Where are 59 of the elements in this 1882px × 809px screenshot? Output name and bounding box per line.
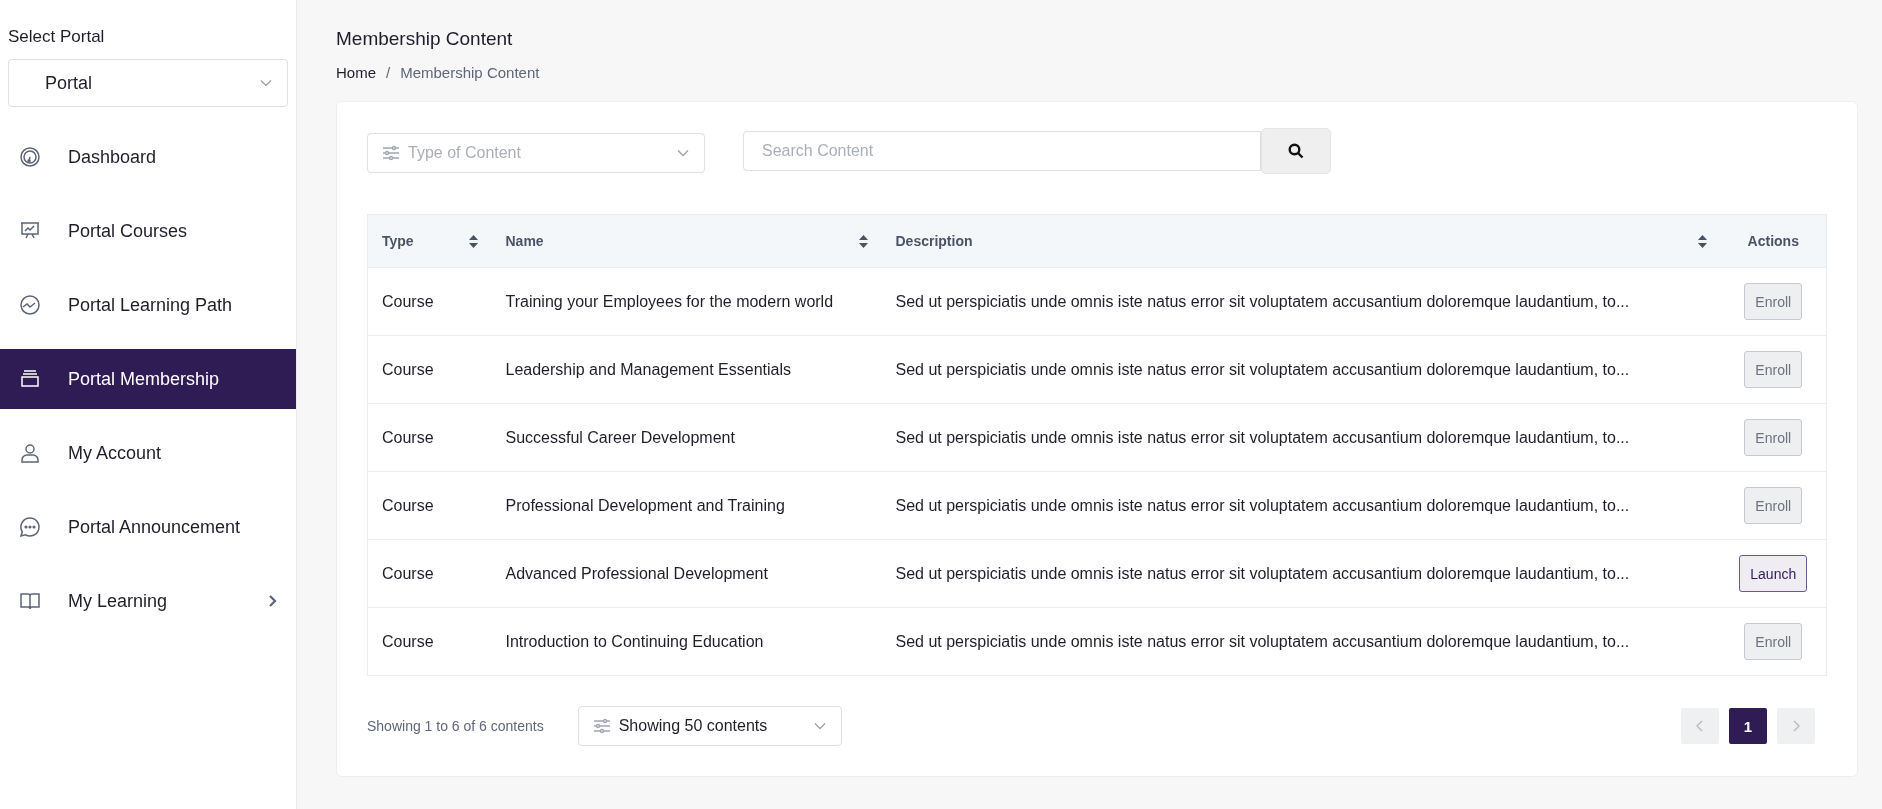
column-header[interactable]: Type: [382, 233, 414, 249]
sidebar-item[interactable]: My Account: [0, 423, 296, 483]
page-size-select[interactable]: Showing 50 contents: [577, 706, 842, 746]
column-header[interactable]: Description: [895, 233, 973, 249]
sort-icon[interactable]: [1697, 234, 1707, 248]
gauge-icon: [18, 145, 42, 169]
launch-button[interactable]: Launch: [1739, 555, 1808, 592]
search-icon: [1288, 143, 1304, 159]
type-cell: Course: [367, 403, 492, 472]
sliders-icon: [382, 144, 400, 161]
chart-icon: [18, 293, 42, 317]
chat-icon: [18, 515, 42, 539]
column-header[interactable]: Name: [505, 233, 544, 249]
type-cell: Course: [367, 607, 492, 676]
page-button[interactable]: 1: [1729, 708, 1767, 744]
enroll-button[interactable]: Enroll: [1744, 487, 1803, 524]
description-cell: Sed ut perspiciatis unde omnis iste natus error sit voluptatem accusantium doloremque laudantium, to...: [881, 403, 1721, 472]
name-cell: Leadership and Management Essentials: [491, 335, 882, 404]
type-cell: Course: [367, 539, 492, 608]
name-cell: Introduction to Continuing Education: [491, 607, 882, 676]
chevron-right-icon[interactable]: [268, 594, 278, 608]
page-title: Membership Content: [336, 28, 514, 50]
sort-icon[interactable]: [858, 234, 868, 248]
sidebar-item[interactable]: Portal Courses: [0, 201, 296, 261]
enroll-button[interactable]: Enroll: [1744, 283, 1803, 320]
results-summary: Showing 1 to 6 of 6 contents: [367, 718, 544, 734]
chevron-right-icon: [1792, 720, 1800, 732]
column-header: Actions: [1747, 233, 1799, 249]
user-icon: [18, 441, 42, 465]
description-cell: Sed ut perspiciatis unde omnis iste natus error sit voluptatem accusantium doloremque laudantium, to...: [881, 539, 1721, 608]
sidebar-item[interactable]: Portal Membership: [0, 349, 296, 409]
type-cell: Course: [367, 267, 492, 336]
search-field[interactable]: Search Content: [743, 131, 1261, 171]
description-cell: Sed ut perspiciatis unde omnis iste natus error sit voluptatem accusantium doloremque laudantium, to...: [881, 267, 1721, 336]
name-cell: Training your Employees for the modern world: [491, 267, 882, 336]
search-button[interactable]: [1261, 128, 1331, 174]
type-cell: Course: [367, 471, 492, 540]
description-cell: Sed ut perspiciatis unde omnis iste natus error sit voluptatem accusantium doloremque laudantium, to...: [881, 335, 1721, 404]
name-cell: Successful Career Development: [491, 403, 882, 472]
description-cell: Sed ut perspiciatis unde omnis iste natus error sit voluptatem accusantium doloremque laudantium, to...: [881, 471, 1721, 540]
name-cell: Advanced Professional Development: [491, 539, 882, 608]
description-cell: Sed ut perspiciatis unde omnis iste natus error sit voluptatem accusantium doloremque laudantium, to...: [881, 607, 1721, 676]
portal-select[interactable]: Portal: [8, 59, 288, 107]
enroll-button[interactable]: Enroll: [1744, 419, 1803, 456]
sidebar-item[interactable]: Portal Announcement: [0, 497, 296, 557]
chevron-left-icon: [1696, 720, 1704, 732]
sidebar-item[interactable]: Dashboard: [0, 127, 296, 187]
sort-icon[interactable]: [468, 234, 478, 248]
sliders-icon: [592, 718, 611, 734]
type-cell: Course: [367, 335, 492, 404]
enroll-button[interactable]: Enroll: [1744, 351, 1803, 388]
name-cell: Professional Development and Training: [491, 471, 882, 540]
sidebar-item[interactable]: Portal Learning Path: [0, 275, 296, 335]
sidebar-item[interactable]: My Learning: [0, 571, 296, 631]
enroll-button[interactable]: Enroll: [1744, 623, 1803, 660]
breadcrumb-separator: /: [386, 64, 391, 81]
select-portal-label: Select Portal: [7, 26, 106, 47]
breadcrumb-current: Membership Content: [400, 64, 540, 81]
breadcrumb-link[interactable]: Home: [336, 64, 376, 81]
